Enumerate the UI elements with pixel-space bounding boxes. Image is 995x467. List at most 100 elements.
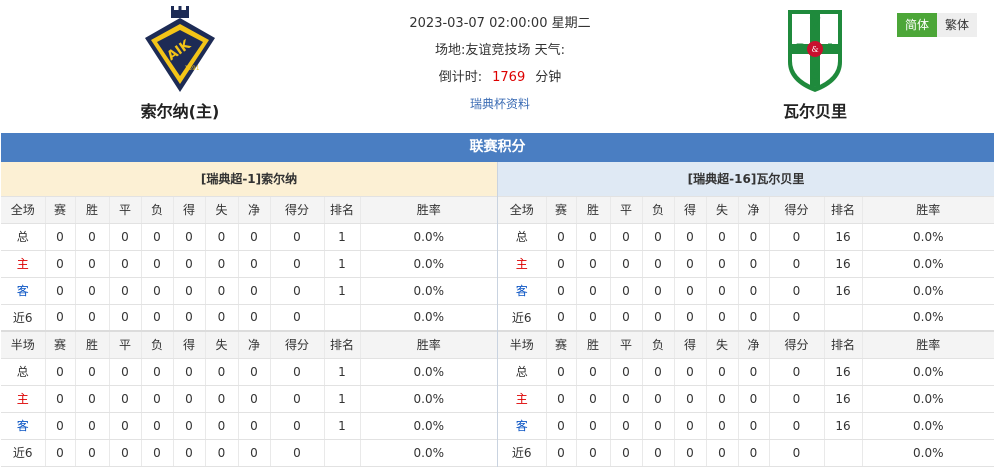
competition-info-link[interactable]: 瑞典杯资料 [470, 97, 530, 111]
table-cell: 0 [546, 385, 577, 413]
table-cell: 0 [173, 250, 206, 278]
column-header: 得 [173, 196, 206, 224]
table-cell: 0.0% [862, 250, 994, 278]
table-cell: 0 [576, 385, 611, 413]
table-cell: 0 [270, 277, 325, 305]
table-cell: 16 [824, 277, 863, 305]
table-cell: 0 [173, 358, 206, 386]
language-switch: 简体 繁体 [897, 13, 977, 37]
table-cell: 0 [546, 304, 577, 332]
table-cell: 0 [706, 250, 739, 278]
table-cell: 0 [610, 385, 643, 413]
table-cell: 0 [674, 412, 707, 440]
home-team[interactable]: AIK 1891 索尔纳(主) [110, 6, 250, 122]
table-cell: 0.0% [862, 439, 994, 467]
table-cell: 0.0% [360, 304, 497, 332]
column-header: 失 [706, 196, 739, 224]
column-header: 负 [642, 330, 675, 359]
table-cell: 0 [576, 412, 611, 440]
table-cell: 0 [238, 223, 271, 251]
table-row: 主 0 0 0 0 0 0 0 0 16 0.0% [498, 250, 994, 278]
column-header: 得分 [769, 196, 825, 224]
table-cell: 0 [642, 439, 675, 467]
traditional-chinese-button[interactable]: 繁体 [937, 13, 977, 37]
row-label: 主 [498, 385, 547, 413]
table-cell: 0 [642, 304, 675, 332]
table-cell: 0 [769, 277, 825, 305]
table-cell: 0.0% [360, 439, 497, 467]
table-cell: 0.0% [360, 358, 497, 386]
table-cell: 0 [706, 277, 739, 305]
column-header: 排名 [324, 330, 361, 359]
table-cell: 0 [270, 223, 325, 251]
column-header: 负 [141, 196, 174, 224]
away-team[interactable]: & V B I S 瓦尔贝里 [745, 6, 885, 122]
table-cell: 0 [173, 223, 206, 251]
column-header: 净 [738, 196, 770, 224]
table-cell: 0 [238, 412, 271, 440]
column-header: 排名 [324, 196, 361, 224]
column-header: 净 [738, 330, 770, 359]
table-cell: 0 [75, 250, 110, 278]
column-header: 失 [205, 330, 239, 359]
table-cell: 0 [610, 358, 643, 386]
table-cell: 0 [205, 385, 239, 413]
column-header: 失 [706, 330, 739, 359]
table-cell: 0 [205, 412, 239, 440]
table-cell: 0 [45, 358, 76, 386]
column-header: 胜率 [360, 330, 497, 359]
table-cell: 0.0% [360, 250, 497, 278]
table-cell: 0 [75, 277, 110, 305]
table-cell: 0 [141, 385, 174, 413]
table-cell: 0 [45, 385, 76, 413]
row-label: 总 [498, 358, 547, 386]
table-cell: 0 [546, 358, 577, 386]
table-cell: 0 [610, 439, 643, 467]
table-row: 客 0 0 0 0 0 0 0 0 1 0.0% [1, 412, 497, 440]
table-cell: 0 [45, 304, 76, 332]
countdown-line: 倒计时: 1769 分钟 [360, 64, 640, 91]
table-cell: 0 [109, 412, 142, 440]
table-cell: 0 [109, 385, 142, 413]
table-cell: 0 [173, 439, 206, 467]
away-logo-letter-i: I [827, 42, 833, 58]
row-label: 主 [1, 385, 46, 413]
home-standings: [瑞典超-1]索尔纳 全场赛胜平负得失净得分 排名 胜率总 0 0 0 0 0 0 0 0 1 0.0% 主… [1, 162, 497, 467]
simplified-chinese-button[interactable]: 简体 [897, 13, 937, 37]
table-cell: 0 [642, 250, 675, 278]
table-cell: 0 [610, 250, 643, 278]
table-cell: 0.0% [360, 412, 497, 440]
table-cell: 0 [642, 385, 675, 413]
table-row: 总 0 0 0 0 0 0 0 0 1 0.0% [1, 358, 497, 386]
column-header: 平 [109, 330, 142, 359]
table-cell: 1 [324, 250, 361, 278]
table-cell: 0 [706, 223, 739, 251]
table-cell: 0 [141, 358, 174, 386]
column-header: 得 [674, 330, 707, 359]
table-cell: 0 [75, 439, 110, 467]
away-half-column-header-row: 半场赛胜平负得失净得分 排名 胜率 [498, 330, 994, 359]
away-team-logo-icon[interactable]: & V B I S [770, 6, 860, 94]
table-cell: 0 [674, 358, 707, 386]
home-standings-header-row: [瑞典超-1]索尔纳 [1, 162, 497, 197]
row-label: 主 [498, 250, 547, 278]
home-team-logo-icon[interactable]: AIK 1891 [135, 6, 225, 94]
table-cell: 0 [45, 412, 76, 440]
table-row: 近6 0 0 0 0 0 0 0 0 0.0% [1, 439, 497, 467]
table-cell: 0 [238, 439, 271, 467]
table-cell: 0 [769, 385, 825, 413]
table-cell: 0 [576, 223, 611, 251]
table-cell: 0 [141, 223, 174, 251]
table-cell: 0 [769, 412, 825, 440]
table-cell: 1 [324, 277, 361, 305]
table-cell: 0 [738, 304, 770, 332]
column-header: 排名 [824, 330, 863, 359]
table-cell: 0 [45, 223, 76, 251]
away-logo-letter-v: V [809, 16, 821, 32]
table-cell: 0 [576, 358, 611, 386]
table-cell: 0 [576, 250, 611, 278]
column-header: 胜 [75, 196, 110, 224]
table-cell: 1 [324, 223, 361, 251]
table-cell: 0 [45, 439, 76, 467]
table-cell: 0.0% [360, 385, 497, 413]
